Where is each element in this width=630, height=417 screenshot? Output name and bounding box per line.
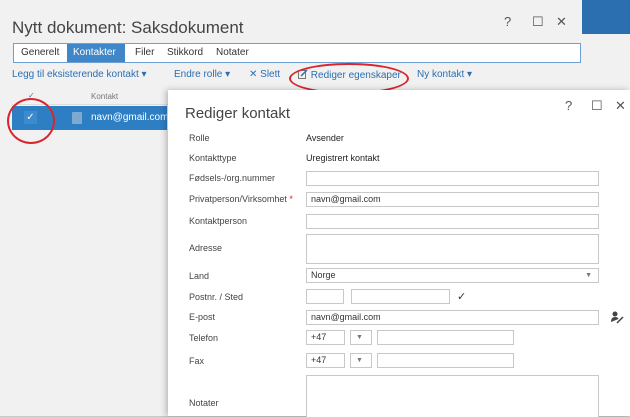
country-dropdown-icon: ▼ [585, 272, 592, 279]
kontakttype-label: Kontakttype [189, 153, 237, 163]
phone-label: Telefon [189, 333, 219, 343]
birth-number-field[interactable] [306, 171, 599, 186]
address-label: Adresse [189, 243, 223, 253]
maximize-icon[interactable]: ☐ [532, 14, 544, 30]
dialog-close-icon[interactable]: ✕ [615, 98, 626, 114]
contact-person-label: Kontaktperson [189, 216, 248, 226]
document-icon [72, 112, 82, 124]
notes-label: Notater [189, 398, 219, 408]
country-label: Land [189, 271, 210, 281]
new-contact-button[interactable]: Ny kontakt ▾ [417, 69, 472, 80]
rolle-label: Rolle [189, 133, 210, 143]
birth-number-label: Fødsels-/org.nummer [189, 173, 276, 183]
dialog-help-icon[interactable]: ? [565, 98, 572, 113]
email-label: E-post [189, 312, 216, 322]
postal-label: Postnr. / Sted [189, 292, 244, 302]
tab-notater[interactable]: Notater [216, 47, 249, 58]
kontakttype-value: Uregistrert kontakt [306, 153, 380, 163]
contact-list-header: ✓ Kontakt [12, 90, 172, 105]
toolbar: Legg til eksisterende kontakt ▾ Endre ro… [0, 64, 630, 86]
required-marker: * [289, 194, 293, 204]
close-icon[interactable]: ✕ [556, 14, 567, 30]
dialog-maximize-icon[interactable]: ☐ [591, 98, 603, 114]
user-edit-icon[interactable] [610, 310, 624, 324]
postal-place-field[interactable] [351, 289, 450, 304]
fax-prefix-dropdown[interactable]: ▼ [350, 353, 372, 368]
country-value: Norge [311, 270, 336, 280]
fax-prefix-field[interactable]: +47 [306, 353, 345, 368]
phone-field[interactable] [377, 330, 514, 345]
address-field[interactable] [306, 234, 599, 264]
tab-generelt[interactable]: Generelt [21, 47, 59, 58]
app-header-strip [582, 0, 630, 34]
contact-person-field[interactable] [306, 214, 599, 229]
postal-code-field[interactable] [306, 289, 344, 304]
edit-properties-label: Rediger egenskaper [310, 70, 401, 81]
phone-prefix-field[interactable]: +47 [306, 330, 345, 345]
person-label-text: Privatperson/Virksomhet [189, 194, 287, 204]
fax-field[interactable] [377, 353, 514, 368]
help-icon[interactable]: ? [504, 14, 511, 29]
person-label: Privatperson/Virksomhet * [189, 194, 293, 204]
country-select[interactable]: Norge ▼ [306, 268, 599, 283]
postal-check-icon: ✓ [457, 291, 467, 303]
check-column-header: ✓ [28, 91, 35, 100]
tab-bar: Generelt Kontakter Filer Stikkord Notate… [13, 43, 581, 63]
row-email: navn@gmail.com [91, 112, 169, 123]
email-field[interactable]: navn@gmail.com [306, 310, 599, 325]
contact-column-header: Kontakt [91, 92, 119, 101]
notes-field[interactable] [306, 375, 599, 417]
window-title: Nytt dokument: Saksdokument [12, 18, 244, 37]
tab-kontakter[interactable]: Kontakter [67, 44, 125, 62]
tab-filer[interactable]: Filer [135, 47, 154, 58]
add-existing-contact-button[interactable]: Legg til eksisterende kontakt ▾ [12, 69, 147, 80]
phone-dropdown-icon: ▼ [356, 334, 363, 341]
row-checkbox[interactable]: ✓ [24, 111, 37, 124]
phone-prefix-dropdown[interactable]: ▼ [350, 330, 372, 345]
delete-button[interactable]: ✕ Slett [249, 69, 280, 80]
edit-icon [298, 69, 308, 79]
dialog-title: Rediger kontakt [185, 105, 291, 122]
edit-properties-button[interactable]: Rediger egenskaper [298, 69, 401, 81]
rolle-value: Avsender [306, 133, 344, 143]
fax-dropdown-icon: ▼ [356, 357, 363, 364]
contact-row[interactable]: ✓ navn@gmail.com [12, 106, 169, 130]
fax-label: Fax [189, 356, 205, 366]
person-field[interactable]: navn@gmail.com [306, 192, 599, 207]
edit-contact-dialog: Rediger kontakt ? ☐ ✕ Rolle Avsender Kon… [168, 90, 630, 417]
tab-stikkord[interactable]: Stikkord [167, 47, 203, 58]
change-role-button[interactable]: Endre rolle ▾ [174, 69, 230, 80]
